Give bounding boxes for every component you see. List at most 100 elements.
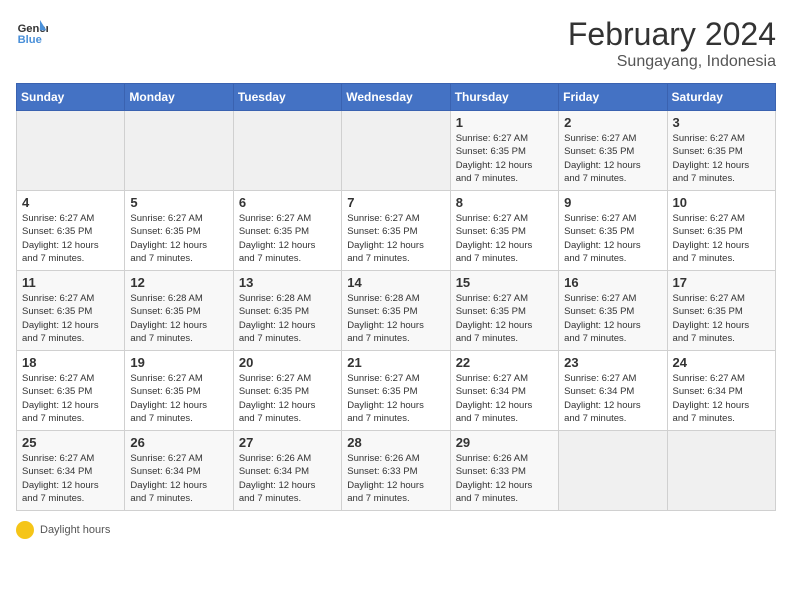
day-info: Sunrise: 6:27 AM Sunset: 6:34 PM Dayligh… (130, 452, 227, 505)
day-number: 3 (673, 115, 770, 130)
day-number: 29 (456, 435, 553, 450)
calendar-cell: 10 Sunrise: 6:27 AM Sunset: 6:35 PM Dayli… (667, 191, 775, 271)
day-number: 19 (130, 355, 227, 370)
calendar-week-row: 18Sunrise: 6:27 AM Sunset: 6:35 PM Dayli… (17, 351, 776, 431)
day-info: Sunrise: 6:27 AM Sunset: 6:35 PM Dayligh… (564, 212, 661, 265)
day-info: Sunrise: 6:27 AM Sunset: 6:35 PM Dayligh… (673, 292, 770, 345)
calendar-cell: 22 Sunrise: 6:27 AM Sunset: 6:34 PM Dayli… (450, 351, 558, 431)
day-info: Sunrise: 6:27 AM Sunset: 6:35 PM Dayligh… (456, 132, 553, 185)
day-info: Sunrise: 6:27 AM Sunset: 6:35 PM Dayligh… (564, 132, 661, 185)
day-number: 7 (347, 195, 444, 210)
day-info: Sunrise: 6:27 AM Sunset: 6:35 PM Dayligh… (456, 292, 553, 345)
day-info: Sunrise: 6:27 AM Sunset: 6:35 PM Dayligh… (673, 212, 770, 265)
day-number: 14 (347, 275, 444, 290)
calendar-cell: 2 Sunrise: 6:27 AM Sunset: 6:35 PM Daylig… (559, 111, 667, 191)
page-header: General Blue February 2024 Sungayang, In… (16, 16, 776, 71)
calendar-header-row: SundayMondayTuesdayWednesdayThursdayFrid… (17, 84, 776, 111)
day-number: 22 (456, 355, 553, 370)
svg-text:Blue: Blue (18, 34, 42, 46)
calendar-cell: 28Sunrise: 6:26 AM Sunset: 6:33 PM Dayli… (342, 431, 450, 511)
calendar-cell: 8 Sunrise: 6:27 AM Sunset: 6:35 PM Daylig… (450, 191, 558, 271)
calendar-cell (125, 111, 233, 191)
calendar-cell: 24 Sunrise: 6:27 AM Sunset: 6:34 PM Dayli… (667, 351, 775, 431)
calendar-cell: 27 Sunrise: 6:26 AM Sunset: 6:34 PM Dayli… (233, 431, 341, 511)
day-number: 26 (130, 435, 227, 450)
day-info: Sunrise: 6:28 AM Sunset: 6:35 PM Dayligh… (130, 292, 227, 345)
calendar-week-row: 1 Sunrise: 6:27 AM Sunset: 6:35 PM Daylig… (17, 111, 776, 191)
day-number: 8 (456, 195, 553, 210)
day-info: Sunrise: 6:27 AM Sunset: 6:34 PM Dayligh… (456, 372, 553, 425)
day-number: 23 (564, 355, 661, 370)
calendar-cell: 1 Sunrise: 6:27 AM Sunset: 6:35 PM Daylig… (450, 111, 558, 191)
day-info: Sunrise: 6:26 AM Sunset: 6:33 PM Dayligh… (347, 452, 444, 505)
logo: General Blue (16, 16, 48, 48)
calendar-day-header: Saturday (667, 84, 775, 111)
day-info: Sunrise: 6:27 AM Sunset: 6:35 PM Dayligh… (456, 212, 553, 265)
title-block: February 2024 Sungayang, Indonesia (568, 16, 776, 71)
day-number: 15 (456, 275, 553, 290)
calendar-week-row: 25 Sunrise: 6:27 AM Sunset: 6:34 PM Dayli… (17, 431, 776, 511)
day-number: 6 (239, 195, 336, 210)
day-info: Sunrise: 6:27 AM Sunset: 6:35 PM Dayligh… (347, 212, 444, 265)
page-subtitle: Sungayang, Indonesia (568, 53, 776, 71)
calendar-cell: 18Sunrise: 6:27 AM Sunset: 6:35 PM Dayli… (17, 351, 125, 431)
calendar-cell (17, 111, 125, 191)
calendar-cell: 12 Sunrise: 6:28 AM Sunset: 6:35 PM Dayli… (125, 271, 233, 351)
day-info: Sunrise: 6:27 AM Sunset: 6:35 PM Dayligh… (130, 372, 227, 425)
calendar-day-header: Sunday (17, 84, 125, 111)
calendar-cell: 21Sunrise: 6:27 AM Sunset: 6:35 PM Dayli… (342, 351, 450, 431)
day-info: Sunrise: 6:27 AM Sunset: 6:35 PM Dayligh… (130, 212, 227, 265)
day-info: Sunrise: 6:27 AM Sunset: 6:34 PM Dayligh… (22, 452, 119, 505)
day-number: 11 (22, 275, 119, 290)
calendar-cell: 23 Sunrise: 6:27 AM Sunset: 6:34 PM Dayli… (559, 351, 667, 431)
day-info: Sunrise: 6:27 AM Sunset: 6:35 PM Dayligh… (22, 292, 119, 345)
calendar-day-header: Tuesday (233, 84, 341, 111)
day-info: Sunrise: 6:27 AM Sunset: 6:34 PM Dayligh… (564, 372, 661, 425)
calendar-cell: 9 Sunrise: 6:27 AM Sunset: 6:35 PM Daylig… (559, 191, 667, 271)
calendar-cell: 29 Sunrise: 6:26 AM Sunset: 6:33 PM Dayli… (450, 431, 558, 511)
calendar-cell: 13Sunrise: 6:28 AM Sunset: 6:35 PM Dayli… (233, 271, 341, 351)
footer: Daylight hours (16, 521, 776, 539)
day-number: 27 (239, 435, 336, 450)
day-number: 2 (564, 115, 661, 130)
calendar-cell: 3 Sunrise: 6:27 AM Sunset: 6:35 PM Daylig… (667, 111, 775, 191)
day-info: Sunrise: 6:27 AM Sunset: 6:34 PM Dayligh… (673, 372, 770, 425)
sun-icon (16, 521, 34, 539)
calendar-cell (342, 111, 450, 191)
day-info: Sunrise: 6:27 AM Sunset: 6:35 PM Dayligh… (673, 132, 770, 185)
day-number: 21 (347, 355, 444, 370)
logo-icon: General Blue (16, 16, 48, 48)
calendar-day-header: Monday (125, 84, 233, 111)
day-number: 13 (239, 275, 336, 290)
day-number: 1 (456, 115, 553, 130)
day-info: Sunrise: 6:26 AM Sunset: 6:33 PM Dayligh… (456, 452, 553, 505)
calendar-cell: 19 Sunrise: 6:27 AM Sunset: 6:35 PM Dayli… (125, 351, 233, 431)
calendar-week-row: 11 Sunrise: 6:27 AM Sunset: 6:35 PM Dayli… (17, 271, 776, 351)
calendar-cell: 11 Sunrise: 6:27 AM Sunset: 6:35 PM Dayli… (17, 271, 125, 351)
day-number: 10 (673, 195, 770, 210)
calendar-cell: 25 Sunrise: 6:27 AM Sunset: 6:34 PM Dayli… (17, 431, 125, 511)
day-number: 24 (673, 355, 770, 370)
calendar-cell: 16Sunrise: 6:27 AM Sunset: 6:35 PM Dayli… (559, 271, 667, 351)
day-number: 16 (564, 275, 661, 290)
calendar-cell (667, 431, 775, 511)
day-number: 4 (22, 195, 119, 210)
calendar-cell (233, 111, 341, 191)
calendar-cell: 4Sunrise: 6:27 AM Sunset: 6:35 PM Daylig… (17, 191, 125, 271)
calendar-cell: 5Sunrise: 6:27 AM Sunset: 6:35 PM Daylig… (125, 191, 233, 271)
day-number: 12 (130, 275, 227, 290)
day-info: Sunrise: 6:26 AM Sunset: 6:34 PM Dayligh… (239, 452, 336, 505)
day-number: 9 (564, 195, 661, 210)
day-info: Sunrise: 6:27 AM Sunset: 6:35 PM Dayligh… (239, 372, 336, 425)
day-info: Sunrise: 6:28 AM Sunset: 6:35 PM Dayligh… (347, 292, 444, 345)
calendar-cell: 7 Sunrise: 6:27 AM Sunset: 6:35 PM Daylig… (342, 191, 450, 271)
day-info: Sunrise: 6:27 AM Sunset: 6:35 PM Dayligh… (22, 372, 119, 425)
calendar-cell (559, 431, 667, 511)
calendar-cell: 17Sunrise: 6:27 AM Sunset: 6:35 PM Dayli… (667, 271, 775, 351)
calendar-cell: 20Sunrise: 6:27 AM Sunset: 6:35 PM Dayli… (233, 351, 341, 431)
calendar-cell: 14 Sunrise: 6:28 AM Sunset: 6:35 PM Dayli… (342, 271, 450, 351)
day-info: Sunrise: 6:27 AM Sunset: 6:35 PM Dayligh… (239, 212, 336, 265)
page-title: February 2024 (568, 16, 776, 53)
day-number: 25 (22, 435, 119, 450)
calendar-day-header: Thursday (450, 84, 558, 111)
